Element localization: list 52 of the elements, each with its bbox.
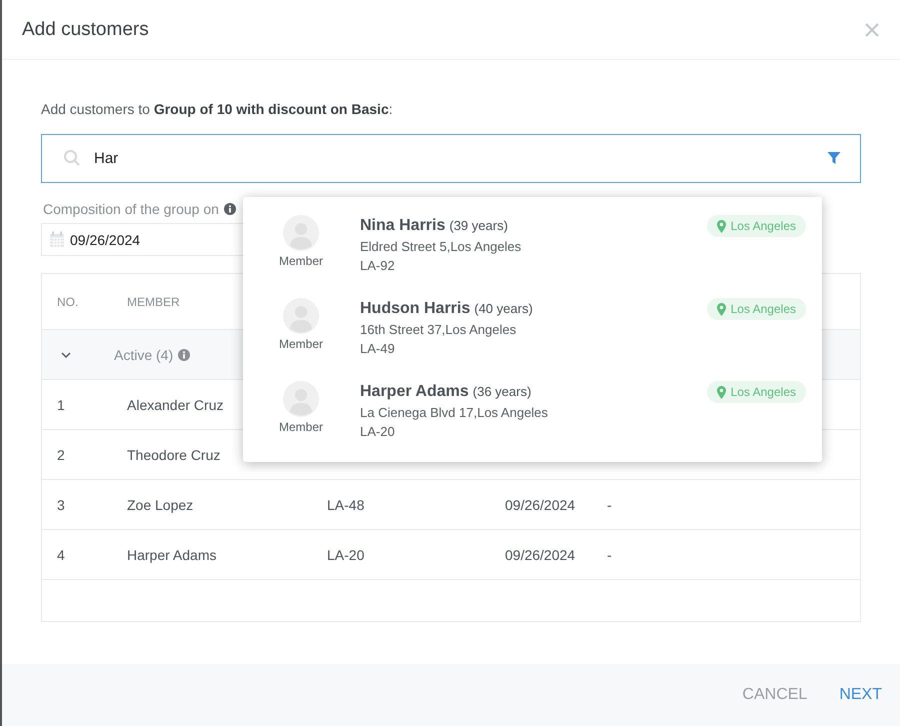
- info-icon[interactable]: [224, 203, 236, 215]
- customer-address: 16th Street 37,Los Angeles: [360, 322, 518, 337]
- table-cell-text: LA-20: [327, 546, 366, 562]
- table-cell-text: -: [607, 496, 613, 512]
- location-tag: Los Angeles: [706, 298, 806, 320]
- suggestion-item[interactable]: Member Harper Adams (36 years) La Cienega Blvd 17,Los Angeles LA-20 Los Angeles: [243, 371, 822, 454]
- table-cell-text: 1: [56, 396, 66, 412]
- info-icon[interactable]: [178, 348, 190, 360]
- customer-code: LA-49: [360, 341, 396, 356]
- suggestion-item[interactable]: Member Hudson Harris (40 years) 16th Street 37,Los Angeles LA-49 Los Angeles: [243, 288, 822, 371]
- customer-address: Eldred Street 5,Los Angeles: [360, 239, 522, 254]
- customer-code: LA-92: [360, 258, 396, 273]
- composition-label: Composition of the group on: [43, 201, 219, 217]
- group-label: Active (4): [114, 346, 174, 362]
- column-header: NO.: [56, 294, 80, 308]
- role-label: Member: [278, 337, 323, 351]
- table-cell-text: 4: [56, 546, 66, 562]
- table-cell-text: LA-48: [327, 496, 366, 512]
- role-label: Member: [278, 254, 323, 268]
- table-cell-text: 09/26/2024: [505, 496, 576, 512]
- table-cell-text: Alexander Cruz: [127, 396, 224, 412]
- chevron-down-icon: [61, 352, 71, 358]
- pin-icon: [716, 386, 726, 398]
- search-field[interactable]: Har: [41, 134, 861, 183]
- filter-icon[interactable]: [827, 151, 841, 165]
- location-tag: Los Angeles: [706, 215, 806, 237]
- customer-name: Hudson Harris: [360, 300, 470, 317]
- role-label: Member: [278, 420, 323, 434]
- customer-name: Harper Adams: [360, 383, 469, 400]
- location-tag: Los Angeles: [706, 381, 806, 403]
- table-cell-text: 3: [56, 496, 66, 512]
- pin-icon: [716, 302, 726, 316]
- table-cell-text: Harper Adams: [127, 546, 218, 562]
- table-cell-text: -: [607, 546, 613, 562]
- table-cell-text: 09/26/2024: [505, 546, 576, 562]
- table-cell-text: 2: [56, 446, 66, 462]
- avatar-icon: [283, 215, 319, 251]
- table-cell-text: Theodore Cruz: [127, 446, 222, 462]
- pin-icon: [716, 220, 726, 232]
- instruction-text: Add customers to Group of 10 with discount on Basic:: [41, 101, 394, 117]
- column-header: MEMBER: [127, 294, 181, 308]
- customer-name: Nina Harris: [360, 217, 446, 234]
- avatar-icon: [283, 298, 319, 334]
- table-cell-text: Zoe Lopez: [127, 496, 194, 512]
- customer-address: La Cienega Blvd 17,Los Angeles: [360, 405, 549, 420]
- customer-age: (40 years): [474, 301, 533, 316]
- customer-age: (36 years): [472, 384, 532, 399]
- dialog-title: Add customers: [22, 18, 149, 40]
- customer-age: (39 years): [449, 218, 508, 233]
- calendar-icon: [49, 231, 65, 248]
- avatar-icon: [283, 381, 319, 417]
- customer-code: LA-20: [360, 424, 396, 439]
